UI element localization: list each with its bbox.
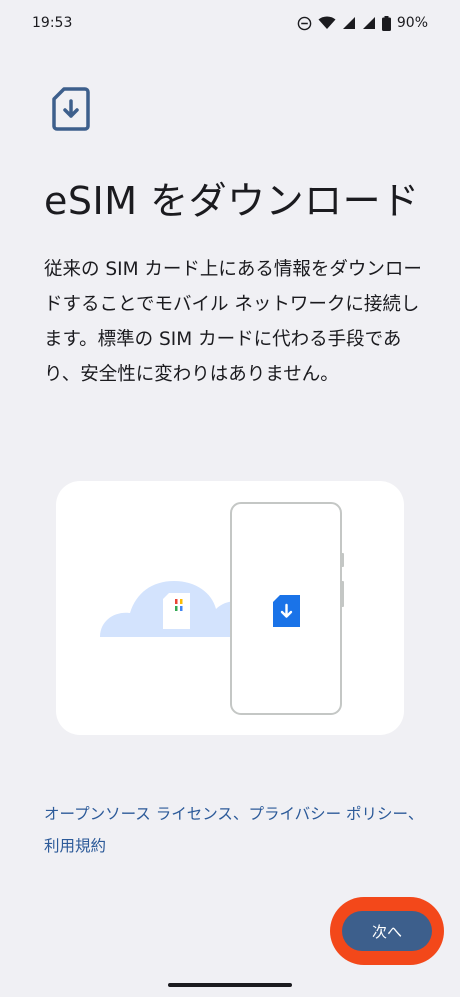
privacy-policy-link[interactable]: プライバシー ポリシー xyxy=(248,805,407,823)
description-text: 従来の SIM カード上にある情報をダウンロードすることでモバイル ネットワーク… xyxy=(44,259,422,385)
esim-illustration xyxy=(100,502,344,715)
signal-icon xyxy=(342,17,355,29)
home-indicator[interactable] xyxy=(168,983,292,987)
signal-icon xyxy=(362,17,375,29)
battery-icon xyxy=(381,15,391,31)
status-icons: 90% xyxy=(297,15,428,31)
illustration-card xyxy=(56,481,404,735)
esim-download-icon xyxy=(273,595,300,627)
status-bar: 19:53 90% xyxy=(0,0,460,46)
link-separator: 、 xyxy=(407,805,424,823)
sim-card-icon xyxy=(163,593,190,629)
terms-of-service-link[interactable]: 利用規約 xyxy=(44,837,106,855)
esim-download-icon xyxy=(52,87,90,131)
page-title: eSIM をダウンロード xyxy=(44,179,420,223)
status-time: 19:53 xyxy=(32,15,73,31)
next-button-highlight: 次へ xyxy=(330,897,444,965)
open-source-licenses-link[interactable]: オープンソース ライセンス xyxy=(44,805,233,823)
next-button[interactable]: 次へ xyxy=(342,911,432,951)
legal-links: オープンソース ライセンス、プライバシー ポリシー、利用規約 xyxy=(44,798,434,862)
link-separator: 、 xyxy=(232,805,249,823)
battery-percent: 90% xyxy=(396,15,428,31)
do-not-disturb-icon xyxy=(297,16,312,30)
wifi-icon xyxy=(318,16,336,29)
